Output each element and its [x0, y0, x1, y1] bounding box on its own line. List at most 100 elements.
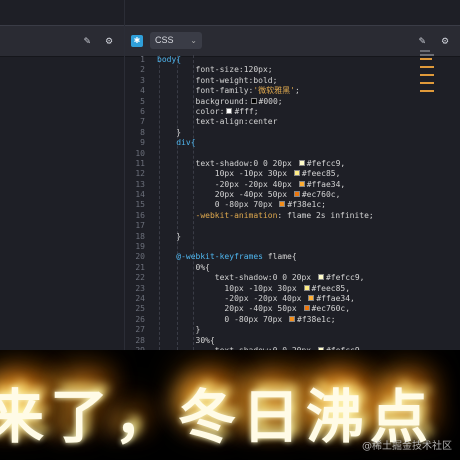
code-line: 26 0 -80px 70px #f38e1c;: [125, 315, 460, 325]
color-swatch[interactable]: [250, 97, 257, 104]
code-line: 5 background: #000;: [125, 97, 460, 107]
line-number: 18: [135, 231, 145, 241]
color-swatch[interactable]: [293, 191, 300, 198]
code-text: @-webkit-keyframes flame{: [176, 252, 297, 262]
code-text: 10px -10px 30px #feec85,: [157, 169, 341, 179]
code-text: font-weight:bold;: [157, 75, 278, 85]
language-select[interactable]: CSS ⌄: [150, 32, 202, 49]
code-text: 0 -80px 70px #f38e1c;: [157, 200, 326, 210]
line-number: 7: [140, 117, 145, 127]
code-line: 7 text-align:center: [125, 117, 460, 127]
code-text: }: [157, 231, 182, 241]
edit-icon[interactable]: ✎: [415, 34, 429, 48]
code-line: 25 20px -40px 50px #ec760c,: [125, 304, 460, 314]
code-line: 19: [125, 242, 460, 252]
code-text: background: #000;: [157, 96, 283, 106]
line-number: 19: [135, 242, 145, 252]
line-number: 22: [135, 273, 145, 283]
minimap-line: [420, 58, 432, 60]
code-line: 4 font-family:'微软雅黑';: [125, 86, 460, 96]
code-line: 27 }: [125, 325, 460, 335]
code-text: text-align:center: [157, 117, 278, 127]
minimap-line: [420, 66, 434, 68]
language-select-value: CSS: [155, 35, 174, 45]
line-number: 15: [135, 200, 145, 210]
color-swatch[interactable]: [279, 201, 286, 208]
code-line: 23 10px -10px 30px #feec85,: [125, 284, 460, 294]
css-editor-pane: ✱ CSS ⌄ ✎ ⚙ 1 body{2 font-size:120px; 3 fo…: [125, 0, 460, 350]
code-line: 11 text-shadow:0 0 20px #fefcc9,: [125, 159, 460, 169]
code-line: 28 30%{: [125, 336, 460, 346]
code-editor[interactable]: 1 body{2 font-size:120px; 3 font-weight:bo…: [125, 55, 460, 350]
code-text: }: [157, 127, 182, 137]
code-text: 30%{: [157, 335, 215, 345]
color-swatch[interactable]: [298, 159, 305, 166]
settings-icon[interactable]: ⚙: [102, 34, 116, 48]
minimap-line: [420, 50, 430, 52]
code-line: 13 -20px -20px 40px #ffae34,: [125, 180, 460, 190]
line-number: 13: [135, 179, 145, 189]
code-text: 0 -80px 70px #f38e1c;: [157, 314, 336, 324]
line-number: 2: [140, 65, 145, 75]
line-number: 12: [135, 169, 145, 179]
line-number: 23: [135, 283, 145, 293]
code-text: -20px -20px 40px #ffae34,: [157, 293, 355, 303]
code-text: 10px -10px 30px #feec85,: [157, 283, 351, 293]
line-number: 11: [135, 158, 145, 168]
code-text: color: #fff;: [157, 106, 259, 116]
line-number: 24: [135, 293, 145, 303]
line-number: 8: [140, 127, 145, 137]
color-swatch[interactable]: [293, 170, 300, 177]
code-line: 9 div{: [125, 138, 460, 148]
line-number: 6: [140, 106, 145, 116]
color-swatch[interactable]: [303, 305, 310, 312]
line-number: 5: [140, 96, 145, 106]
code-line: 22 text-shadow:0 0 20px #fefcc9,: [125, 273, 460, 283]
left-pane: ✎ ⚙: [0, 0, 125, 350]
code-text: }: [157, 325, 201, 335]
line-number: 10: [135, 148, 145, 158]
line-number: 26: [135, 314, 145, 324]
color-swatch[interactable]: [303, 284, 310, 291]
line-number: 21: [135, 262, 145, 272]
minimap-line: [420, 54, 434, 56]
code-line: 3 font-weight:bold;: [125, 76, 460, 86]
code-line: 8 }: [125, 128, 460, 138]
left-toolbar: ✎ ⚙: [0, 25, 124, 57]
code-line: 20 @-webkit-keyframes flame{: [125, 252, 460, 262]
code-line: 17: [125, 221, 460, 231]
code-text: font-size:120px;: [157, 65, 273, 75]
color-swatch[interactable]: [289, 315, 296, 322]
line-number: 17: [135, 221, 145, 231]
code-text: text-shadow:0 0 20px #fefcc9,: [157, 273, 365, 283]
code-line: 16 -webkit-animation: flame 2s infinite;: [125, 211, 460, 221]
line-number: 1: [140, 55, 145, 64]
edit-icon[interactable]: ✎: [80, 34, 94, 48]
color-swatch[interactable]: [226, 107, 233, 114]
code-text: text-shadow:0 0 20px #fefcc9,: [157, 158, 346, 168]
code-line: 2 font-size:120px;: [125, 65, 460, 75]
code-text: font-family:'微软雅黑';: [157, 86, 300, 96]
code-text: -20px -20px 40px #ffae34,: [157, 179, 346, 189]
minimap-line: [420, 90, 434, 92]
code-line: 24 -20px -20px 40px #ffae34,: [125, 294, 460, 304]
line-number: 4: [140, 86, 145, 96]
code-line: 14 20px -40px 50px #ec760c,: [125, 190, 460, 200]
color-swatch[interactable]: [308, 294, 315, 301]
code-line: 18 }: [125, 232, 460, 242]
settings-icon[interactable]: ⚙: [438, 34, 452, 48]
editor-toolbar: ✱ CSS ⌄ ✎ ⚙: [125, 25, 460, 57]
line-number: 9: [140, 138, 145, 148]
minimap[interactable]: [420, 50, 456, 110]
code-text: 0%{: [157, 262, 210, 272]
line-number: 25: [135, 304, 145, 314]
chevron-down-icon: ⌄: [190, 36, 197, 45]
color-swatch[interactable]: [317, 274, 324, 281]
code-line: 15 0 -80px 70px #f38e1c;: [125, 200, 460, 210]
color-swatch[interactable]: [298, 180, 305, 187]
code-text: body{: [157, 55, 182, 64]
line-number: 28: [135, 335, 145, 345]
line-number: 3: [140, 75, 145, 85]
code-line: 6 color: #fff;: [125, 107, 460, 117]
line-number: 27: [135, 325, 145, 335]
